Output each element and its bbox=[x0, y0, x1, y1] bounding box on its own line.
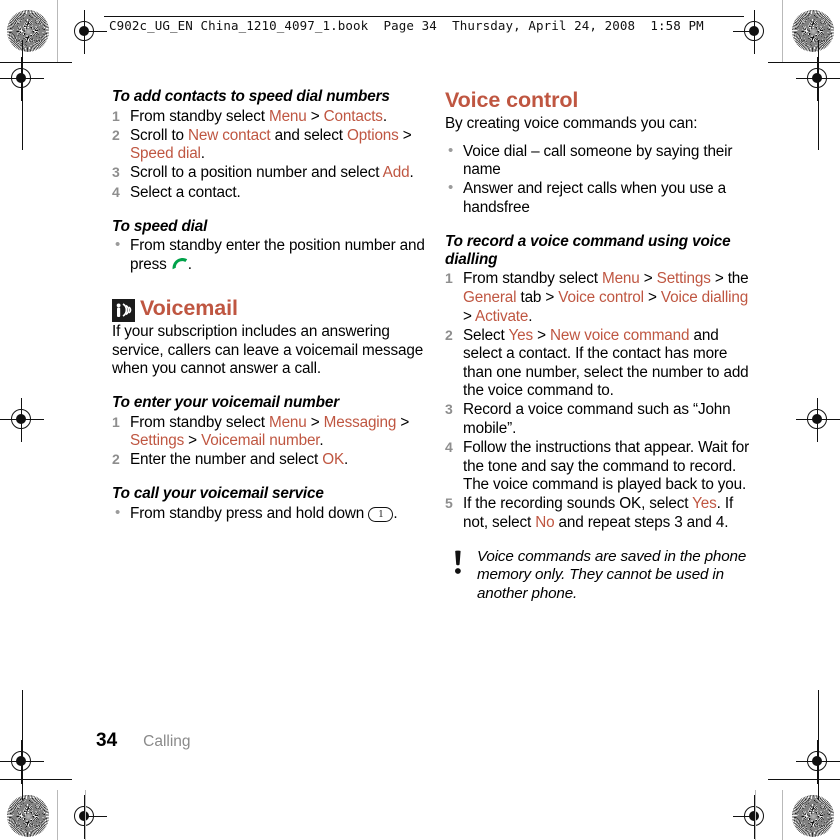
ui-term: Messaging bbox=[323, 413, 397, 431]
step-text: If the recording sounds OK, select bbox=[463, 495, 693, 513]
call-icon bbox=[171, 257, 188, 270]
left-column: To add contacts to speed dial numbers Fr… bbox=[112, 88, 425, 524]
right-column: Voice control By creating voice commands… bbox=[445, 88, 758, 603]
step-text: > the bbox=[710, 270, 749, 288]
step-text: > bbox=[306, 107, 324, 125]
ui-term: Menu bbox=[601, 270, 640, 288]
voicemail-icon bbox=[112, 299, 135, 323]
note-box: Voice commands are saved in the phone me… bbox=[445, 548, 758, 603]
procedure-title-record-voice-command: To record a voice command using voice di… bbox=[445, 232, 731, 268]
ui-term: No bbox=[535, 513, 555, 531]
ui-term: Contacts bbox=[323, 107, 383, 125]
ui-term: Menu bbox=[268, 107, 307, 125]
procedure-title-enter-voicemail-number: To enter your voicemail number bbox=[112, 393, 339, 411]
step-text: From standby select bbox=[130, 107, 269, 125]
steps-add-contacts-speed-dial: From standby select Menu > Contacts. Scro… bbox=[112, 108, 425, 202]
ui-term: New voice command bbox=[549, 326, 690, 344]
note-text: Voice commands are saved in the phone me… bbox=[477, 548, 747, 602]
procedure-title-add-contacts-speed-dial: To add contacts to speed dial numbers bbox=[112, 88, 390, 105]
ui-term: Yes bbox=[508, 326, 533, 344]
step-item: Follow the instructions that appear. Wai… bbox=[445, 439, 758, 495]
step-text: > bbox=[396, 413, 410, 431]
ui-term: General bbox=[463, 289, 517, 307]
step-text: and repeat steps 3 and 4. bbox=[554, 513, 729, 531]
step-text: > bbox=[184, 432, 202, 450]
ui-term: Options bbox=[346, 126, 399, 144]
ui-term: Voicemail number bbox=[201, 432, 320, 450]
step-text: From standby select bbox=[130, 413, 269, 431]
step-text: and select bbox=[270, 126, 347, 144]
step-text: Select a contact. bbox=[130, 183, 241, 201]
exclamation-icon bbox=[451, 550, 465, 576]
step-item: From standby select Menu > Settings > th… bbox=[445, 270, 758, 326]
step-text: Enter the number and select bbox=[130, 451, 323, 469]
step-text: > bbox=[398, 126, 412, 144]
step-item: Scroll to a position number and select A… bbox=[112, 164, 425, 183]
step-text: tab > bbox=[516, 289, 559, 307]
section-title-voice-control: Voice control bbox=[445, 88, 579, 112]
step-text: . bbox=[409, 164, 414, 182]
ui-term: Menu bbox=[268, 413, 307, 431]
step-item: Enter the number and select OK. bbox=[112, 451, 425, 470]
ui-term: Yes bbox=[692, 495, 717, 513]
bullets-voice-control-capabilities: Voice dial – call someone by saying thei… bbox=[445, 142, 758, 218]
step-text: Record a voice command such as “John mob… bbox=[463, 401, 731, 438]
voice-control-intro: By creating voice commands you can: bbox=[445, 115, 698, 133]
call-voicemail-text-before: From standby press and hold down bbox=[130, 505, 369, 523]
ui-term: Settings bbox=[656, 270, 711, 288]
step-text: . bbox=[200, 145, 205, 163]
step-text: > bbox=[643, 289, 661, 307]
voicemail-description: If your subscription includes an answeri… bbox=[112, 323, 424, 378]
step-text: . bbox=[319, 432, 324, 450]
step-text: From standby select bbox=[463, 270, 602, 288]
voicemail-section-heading-wrap: Voicemail bbox=[112, 296, 425, 323]
step-text: > bbox=[532, 326, 550, 344]
bullets-speed-dial: From standby enter the position number a… bbox=[112, 236, 425, 274]
step-item: Select Yes > New voice command and selec… bbox=[445, 327, 758, 401]
section-title-voicemail: Voicemail bbox=[140, 296, 238, 321]
key-1-icon: 1 bbox=[368, 507, 394, 523]
procedure-title-call-voicemail-service: To call your voicemail service bbox=[112, 485, 324, 503]
step-text: . bbox=[344, 451, 349, 469]
step-text: Follow the instructions that appear. Wai… bbox=[463, 439, 750, 494]
page-footer: 34 Calling bbox=[96, 730, 191, 752]
step-item: From standby select Menu > Contacts. bbox=[112, 108, 425, 127]
step-text: > bbox=[306, 413, 324, 431]
ui-term: Activate bbox=[475, 307, 529, 325]
steps-enter-voicemail-number: From standby select Menu > Messaging > S… bbox=[112, 414, 425, 470]
step-text: . bbox=[382, 107, 387, 125]
ui-term: Settings bbox=[130, 432, 185, 450]
steps-record-voice-command: From standby select Menu > Settings > th… bbox=[445, 270, 758, 532]
step-text: > bbox=[463, 307, 476, 325]
step-item: If the recording sounds OK, select Yes. … bbox=[445, 495, 758, 532]
step-text: Select bbox=[463, 326, 509, 344]
list-item: Answer and reject calls when you use a h… bbox=[445, 179, 758, 217]
chapter-name: Calling bbox=[143, 733, 191, 750]
bullets-call-voicemail-service: From standby press and hold down 1. bbox=[112, 504, 425, 524]
step-text: . bbox=[528, 307, 533, 325]
list-item: From standby enter the position number a… bbox=[112, 236, 425, 274]
call-voicemail-text-after: . bbox=[393, 505, 398, 523]
ui-term: Add bbox=[382, 164, 410, 182]
ui-term: Voice control bbox=[558, 289, 644, 307]
speed-dial-text-after: . bbox=[187, 255, 192, 273]
procedure-title-speed-dial: To speed dial bbox=[112, 217, 208, 235]
step-item: From standby select Menu > Messaging > S… bbox=[112, 414, 425, 451]
page-content: To add contacts to speed dial numbers Fr… bbox=[0, 0, 840, 840]
step-item: Scroll to New contact and select Options… bbox=[112, 127, 425, 164]
list-item: From standby press and hold down 1. bbox=[112, 504, 425, 524]
step-item: Select a contact. bbox=[112, 184, 425, 203]
list-item: Voice dial – call someone by saying thei… bbox=[445, 142, 758, 180]
step-text: Scroll to a position number and select bbox=[130, 164, 383, 182]
step-text: > bbox=[639, 270, 657, 288]
ui-term: New contact bbox=[188, 126, 271, 144]
ui-term: Voice dialling bbox=[660, 289, 749, 307]
step-text: Scroll to bbox=[130, 126, 189, 144]
ui-term: Speed dial bbox=[130, 145, 201, 163]
ui-term: OK bbox=[322, 451, 345, 469]
step-item: Record a voice command such as “John mob… bbox=[445, 401, 758, 438]
page-number: 34 bbox=[96, 730, 118, 751]
